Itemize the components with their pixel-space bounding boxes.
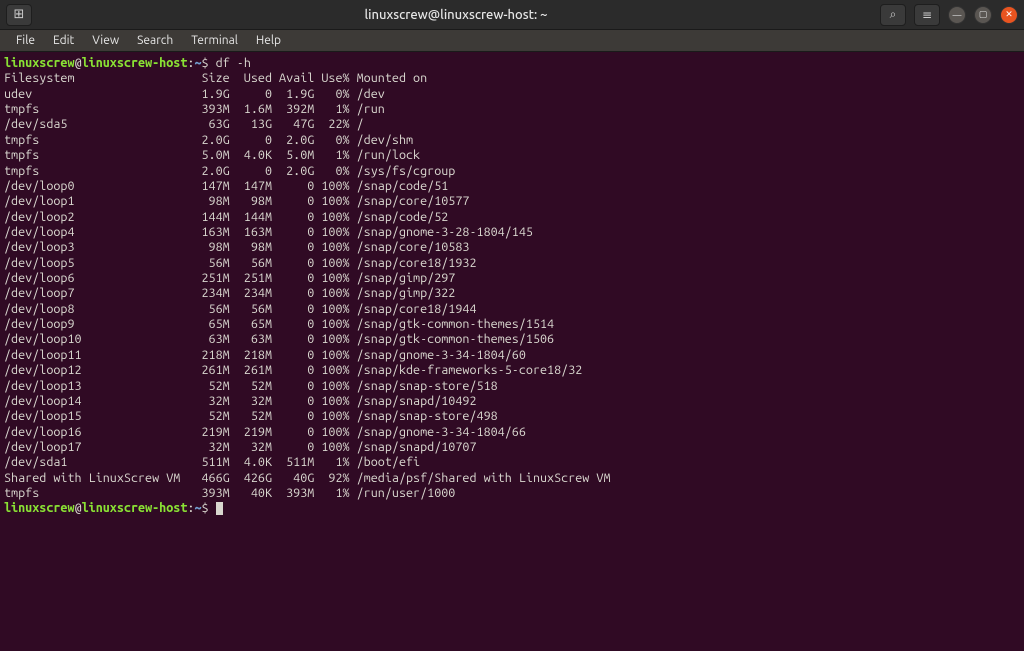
- df-row: /dev/loop6 251M 251M 0 100% /snap/gimp/2…: [4, 271, 1020, 286]
- new-tab-button[interactable]: ⊞: [6, 4, 32, 26]
- df-row: /dev/loop10 63M 63M 0 100% /snap/gtk-com…: [4, 332, 1020, 347]
- window-maximize-button[interactable]: ▢: [974, 6, 992, 24]
- df-row: tmpfs 2.0G 0 2.0G 0% /sys/fs/cgroup: [4, 164, 1020, 179]
- df-row: /dev/loop8 56M 56M 0 100% /snap/core18/1…: [4, 302, 1020, 317]
- cursor: [216, 502, 223, 515]
- menu-view[interactable]: View: [84, 32, 127, 49]
- df-row: /dev/loop3 98M 98M 0 100% /snap/core/105…: [4, 240, 1020, 255]
- hamburger-menu-button[interactable]: ≡: [914, 4, 940, 26]
- df-row: /dev/loop13 52M 52M 0 100% /snap/snap-st…: [4, 379, 1020, 394]
- terminal-line: linuxscrew@linuxscrew-host:~$ df -h: [4, 56, 1020, 71]
- search-icon: ⌕: [890, 8, 897, 22]
- maximize-icon: ▢: [979, 9, 988, 20]
- df-row: udev 1.9G 0 1.9G 0% /dev: [4, 87, 1020, 102]
- df-header: Filesystem Size Used Avail Use% Mounted …: [4, 71, 1020, 86]
- df-row: tmpfs 2.0G 0 2.0G 0% /dev/shm: [4, 133, 1020, 148]
- hamburger-icon: ≡: [922, 8, 932, 22]
- menu-search[interactable]: Search: [129, 32, 181, 49]
- df-row: /dev/loop12 261M 261M 0 100% /snap/kde-f…: [4, 363, 1020, 378]
- close-icon: ✕: [1005, 9, 1013, 20]
- terminal-viewport[interactable]: linuxscrew@linuxscrew-host:~$ df -hFiles…: [0, 52, 1024, 651]
- menu-edit[interactable]: Edit: [45, 32, 82, 49]
- df-row: tmpfs 5.0M 4.0K 5.0M 1% /run/lock: [4, 148, 1020, 163]
- df-row: /dev/loop7 234M 234M 0 100% /snap/gimp/3…: [4, 286, 1020, 301]
- df-row: tmpfs 393M 40K 393M 1% /run/user/1000: [4, 486, 1020, 501]
- window-close-button[interactable]: ✕: [1000, 6, 1018, 24]
- df-row: /dev/loop4 163M 163M 0 100% /snap/gnome-…: [4, 225, 1020, 240]
- df-row: /dev/loop5 56M 56M 0 100% /snap/core18/1…: [4, 256, 1020, 271]
- df-row: /dev/loop15 52M 52M 0 100% /snap/snap-st…: [4, 409, 1020, 424]
- menu-terminal[interactable]: Terminal: [183, 32, 246, 49]
- minimize-icon: —: [953, 10, 962, 20]
- menubar: File Edit View Search Terminal Help: [0, 30, 1024, 52]
- search-button[interactable]: ⌕: [880, 4, 906, 26]
- df-row: /dev/loop1 98M 98M 0 100% /snap/core/105…: [4, 194, 1020, 209]
- df-row: /dev/loop14 32M 32M 0 100% /snap/snapd/1…: [4, 394, 1020, 409]
- df-row: /dev/loop2 144M 144M 0 100% /snap/code/5…: [4, 210, 1020, 225]
- window-title: linuxscrew@linuxscrew-host: ~: [32, 8, 880, 22]
- titlebar-right: ⌕ ≡ — ▢ ✕: [880, 4, 1018, 26]
- df-row: /dev/loop9 65M 65M 0 100% /snap/gtk-comm…: [4, 317, 1020, 332]
- df-row: /dev/loop17 32M 32M 0 100% /snap/snapd/1…: [4, 440, 1020, 455]
- df-row: /dev/loop16 219M 219M 0 100% /snap/gnome…: [4, 425, 1020, 440]
- df-row: /dev/loop0 147M 147M 0 100% /snap/code/5…: [4, 179, 1020, 194]
- terminal-line: linuxscrew@linuxscrew-host:~$: [4, 501, 1020, 516]
- menu-help[interactable]: Help: [248, 32, 289, 49]
- menu-file[interactable]: File: [8, 32, 43, 49]
- df-row: Shared with LinuxScrew VM 466G 426G 40G …: [4, 471, 1020, 486]
- window-titlebar: ⊞ linuxscrew@linuxscrew-host: ~ ⌕ ≡ — ▢ …: [0, 0, 1024, 30]
- df-row: tmpfs 393M 1.6M 392M 1% /run: [4, 102, 1020, 117]
- df-row: /dev/loop11 218M 218M 0 100% /snap/gnome…: [4, 348, 1020, 363]
- window-minimize-button[interactable]: —: [948, 6, 966, 24]
- df-row: /dev/sda1 511M 4.0K 511M 1% /boot/efi: [4, 455, 1020, 470]
- titlebar-left: ⊞: [6, 4, 32, 26]
- df-row: /dev/sda5 63G 13G 47G 22% /: [4, 117, 1020, 132]
- new-tab-icon: ⊞: [14, 7, 25, 22]
